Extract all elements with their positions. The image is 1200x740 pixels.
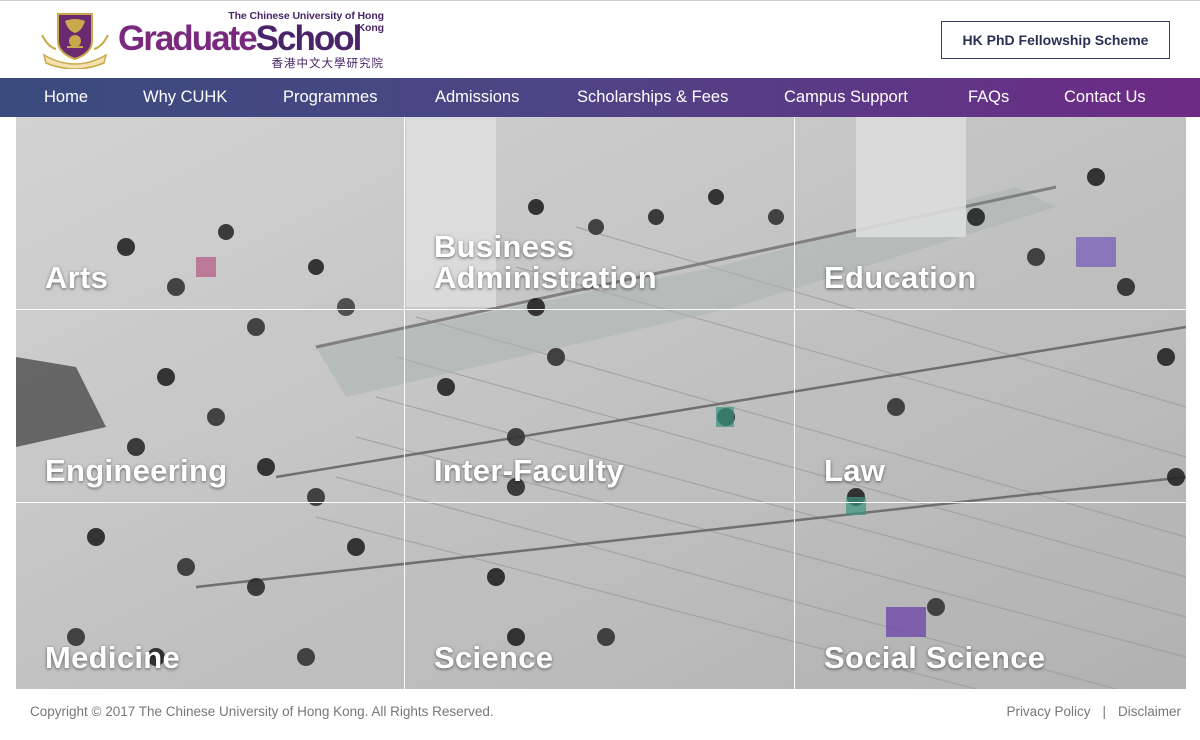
faculty-tile-inter-faculty[interactable]: Inter-Faculty xyxy=(405,310,795,503)
graduate-school-logo-text[interactable]: GraduateSchool xyxy=(118,19,363,59)
nav-item-scholarships-fees[interactable]: Scholarships & Fees xyxy=(577,78,728,117)
cuhk-crest-icon[interactable] xyxy=(38,11,112,70)
faculty-label-law: Law xyxy=(824,453,886,488)
faculty-label-business-administration: Business Administration xyxy=(434,229,657,295)
faculty-tile-education[interactable]: Education xyxy=(795,117,1186,310)
faculty-tile-law[interactable]: Law xyxy=(795,310,1186,503)
nav-item-faqs[interactable]: FAQs xyxy=(968,78,1009,117)
site-footer: Copyright © 2017 The Chinese University … xyxy=(0,689,1200,740)
faculty-tile-arts[interactable]: Arts xyxy=(16,117,405,310)
faculty-label-inter-faculty: Inter-Faculty xyxy=(434,453,624,488)
faculty-label-education: Education xyxy=(824,260,977,295)
nav-item-campus-support[interactable]: Campus Support xyxy=(784,78,908,117)
nav-item-why-cuhk[interactable]: Why CUHK xyxy=(143,78,227,117)
disclaimer-link[interactable]: Disclaimer xyxy=(1118,704,1181,719)
privacy-policy-link[interactable]: Privacy Policy xyxy=(1006,704,1090,719)
footer-links: Privacy Policy | Disclaimer xyxy=(1006,704,1181,719)
brand-graduate: Graduate xyxy=(118,19,258,58)
faculty-label-science: Science xyxy=(434,640,554,675)
faculty-label-social-science: Social Science xyxy=(824,640,1046,675)
brand-chinese-name: 香港中文大學研究院 xyxy=(271,56,384,70)
nav-item-home[interactable]: Home xyxy=(44,78,88,117)
faculty-tiles: Arts Business Administration Education E… xyxy=(16,117,1186,689)
site-header: The Chinese University of Hong Kong Grad… xyxy=(0,0,1200,78)
faculty-tile-medicine[interactable]: Medicine xyxy=(16,503,405,689)
main-nav: Home Why CUHK Programmes Admissions Scho… xyxy=(0,78,1200,117)
nav-item-contact-us[interactable]: Contact Us xyxy=(1064,78,1146,117)
faculty-label-engineering: Engineering xyxy=(45,453,228,488)
faculty-tile-social-science[interactable]: Social Science xyxy=(795,503,1186,689)
faculty-label-medicine: Medicine xyxy=(45,640,181,675)
brand-school: School xyxy=(255,19,363,58)
faculty-tile-science[interactable]: Science xyxy=(405,503,795,689)
footer-separator: | xyxy=(1102,704,1106,719)
faculty-tile-engineering[interactable]: Engineering xyxy=(16,310,405,503)
faculty-tile-business-administration[interactable]: Business Administration xyxy=(405,117,795,310)
copyright-text: Copyright © 2017 The Chinese University … xyxy=(30,704,494,719)
faculty-label-arts: Arts xyxy=(45,260,109,295)
nav-item-programmes[interactable]: Programmes xyxy=(283,78,377,117)
fellowship-scheme-button[interactable]: HK PhD Fellowship Scheme xyxy=(941,21,1170,59)
faculty-grid: Arts Business Administration Education E… xyxy=(16,117,1186,689)
nav-item-admissions[interactable]: Admissions xyxy=(435,78,519,117)
